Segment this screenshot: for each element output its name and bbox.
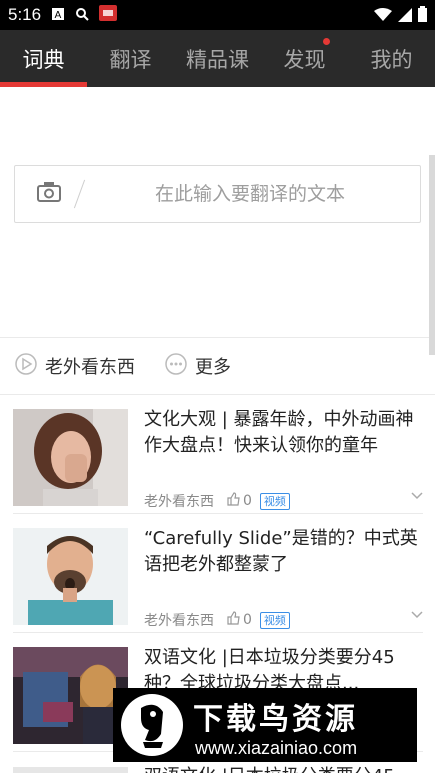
more-icon (165, 352, 187, 380)
list-item[interactable]: “Carefully Slide”是错的？中式英语把老外都整蒙了 老外看东西 0… (13, 514, 423, 633)
article-source: 老外看东西 (144, 494, 214, 510)
quick-links: 老外看东西 更多 (0, 338, 435, 395)
a-icon: A (51, 6, 65, 25)
tab-label: 词典 (22, 47, 65, 72)
quick-link-more[interactable]: 更多 (165, 352, 231, 380)
status-bar: 5:16 A (0, 0, 435, 30)
battery-icon (418, 6, 427, 26)
partial-thumbnail (13, 767, 128, 773)
article-thumbnail (13, 409, 128, 506)
quick-link-label: 老外看东西 (45, 357, 135, 378)
svg-text:A: A (55, 10, 62, 21)
quick-link-foreigner-view[interactable]: 老外看东西 (15, 352, 135, 380)
tab-mine[interactable]: 我的 (348, 30, 435, 87)
like-count[interactable]: 0 (226, 611, 252, 629)
top-tab-bar: 词典 翻译 精品课 发现 我的 (0, 30, 435, 87)
article-thumbnail (13, 647, 128, 744)
status-time: 5:16 (8, 5, 42, 24)
notification-dot (323, 38, 330, 45)
watermark-banner: 下载鸟资源 www.xiazainiao.com (113, 688, 417, 762)
article-title: “Carefully Slide”是错的？中式英语把老外都整蒙了 (144, 528, 418, 575)
tab-translate[interactable]: 翻译 (87, 30, 174, 87)
signal-icon (398, 7, 412, 26)
tab-discover[interactable]: 发现 (261, 30, 348, 87)
article-thumbnail (13, 528, 128, 625)
search-box[interactable] (14, 165, 421, 223)
tab-label: 发现 (283, 47, 326, 72)
article-source: 老外看东西 (144, 613, 214, 629)
list-item[interactable]: 文化大观 | 暴露年龄，中外动画神作大盘点！快来认领你的童年 老外看东西 0 视… (13, 395, 423, 514)
tab-label: 翻译 (109, 47, 152, 72)
article-meta: 老外看东西 0 视频 (144, 610, 290, 630)
watermark-text: 下载鸟资源 (193, 702, 358, 737)
tab-courses[interactable]: 精品课 (174, 30, 261, 87)
quick-link-label: 更多 (195, 357, 231, 378)
like-number: 0 (243, 612, 252, 628)
camera-icon[interactable] (37, 182, 61, 206)
watermark-url: www.xiazainiao.com (195, 738, 358, 758)
article-meta: 老外看东西 0 视频 (144, 491, 290, 511)
chevron-down-icon[interactable] (411, 604, 423, 623)
video-badge: 视频 (259, 492, 290, 510)
scrollbar[interactable] (429, 155, 435, 355)
app-badge-icon (99, 5, 118, 25)
thumbs-up-icon (226, 611, 240, 629)
tab-label: 我的 (370, 47, 413, 72)
like-number: 0 (243, 493, 252, 509)
thumbs-up-icon (226, 492, 240, 510)
bird-logo-icon (121, 694, 183, 756)
wifi-icon (374, 7, 392, 26)
play-icon (15, 352, 37, 380)
like-count[interactable]: 0 (226, 492, 252, 510)
video-badge: 视频 (259, 611, 290, 629)
tab-label: 精品课 (186, 47, 249, 72)
search-icon (75, 6, 89, 25)
article-title: 双语文化 |日本垃圾分类要分45 (144, 762, 395, 773)
chevron-down-icon[interactable] (411, 485, 423, 504)
article-title: 文化大观 | 暴露年龄，中外动画神作大盘点！快来认领你的童年 (144, 409, 414, 456)
search-area (0, 87, 435, 338)
translate-input[interactable] (80, 182, 420, 206)
tab-dictionary[interactable]: 词典 (0, 30, 87, 87)
